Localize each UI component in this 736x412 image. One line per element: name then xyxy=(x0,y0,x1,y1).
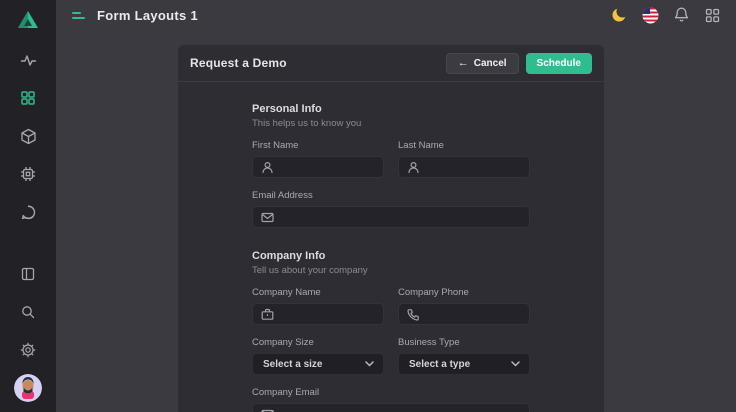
cancel-button[interactable]: ← Cancel xyxy=(446,53,519,74)
apps-grid-icon xyxy=(705,8,720,23)
hamburger-line xyxy=(72,17,85,19)
business-type-value: Select a type xyxy=(409,359,470,370)
company-phone-input[interactable] xyxy=(426,309,521,320)
brand-logo[interactable] xyxy=(16,8,40,32)
theme-toggle-button[interactable] xyxy=(609,5,629,25)
bell-icon xyxy=(674,7,689,23)
last-name-field[interactable] xyxy=(398,156,530,178)
company-email-field[interactable] xyxy=(252,403,530,412)
gear-icon xyxy=(20,342,36,358)
chevron-down-icon xyxy=(365,361,374,367)
company-email-group: Company Email xyxy=(252,387,530,412)
company-info-subheading: Tell us about your company xyxy=(252,265,530,276)
company-name-label: Company Name xyxy=(252,287,384,298)
apps-menu-button[interactable] xyxy=(702,5,722,25)
chevron-down-icon xyxy=(511,361,520,367)
sidebar-item-chat[interactable] xyxy=(12,196,44,228)
header-actions xyxy=(609,5,722,25)
card-header: Request a Demo ← Cancel Schedule xyxy=(178,45,604,82)
company-phone-group: Company Phone xyxy=(398,287,530,325)
notifications-button[interactable] xyxy=(671,5,691,25)
cube-icon xyxy=(20,128,37,145)
language-selector-button[interactable] xyxy=(640,5,660,25)
company-name-input[interactable] xyxy=(280,309,375,320)
company-size-group: Company Size Select a size xyxy=(252,337,384,375)
last-name-label: Last Name xyxy=(398,140,530,151)
user-avatar[interactable] xyxy=(14,374,42,402)
company-size-select[interactable]: Select a size xyxy=(252,353,384,375)
briefcase-icon xyxy=(261,308,274,321)
search-icon xyxy=(20,304,36,320)
request-demo-card: Request a Demo ← Cancel Schedule Persona… xyxy=(178,45,604,412)
company-email-label: Company Email xyxy=(252,387,530,398)
activity-icon xyxy=(20,52,37,69)
business-type-select[interactable]: Select a type xyxy=(398,353,530,375)
envelope-icon xyxy=(261,408,274,412)
hamburger-line xyxy=(72,12,81,14)
company-phone-label: Company Phone xyxy=(398,287,530,298)
chat-bubble-icon xyxy=(20,204,37,221)
first-name-label: First Name xyxy=(252,140,384,151)
sidebar xyxy=(0,0,56,412)
business-type-group: Business Type Select a type xyxy=(398,337,530,375)
page-title: Form Layouts 1 xyxy=(97,8,198,23)
email-input[interactable] xyxy=(280,212,521,223)
card-actions: ← Cancel Schedule xyxy=(446,53,592,74)
main-area: Form Layouts 1 xyxy=(56,0,736,412)
sidebar-item-components[interactable] xyxy=(12,120,44,152)
personal-info-heading: Personal Info xyxy=(252,103,530,115)
company-size-value: Select a size xyxy=(263,359,322,370)
content-area: Request a Demo ← Cancel Schedule Persona… xyxy=(56,30,736,412)
top-header: Form Layouts 1 xyxy=(56,0,736,30)
envelope-icon xyxy=(261,211,274,224)
schedule-button[interactable]: Schedule xyxy=(526,53,592,74)
company-size-label: Company Size xyxy=(252,337,384,348)
first-name-group: First Name xyxy=(252,140,384,178)
email-field[interactable] xyxy=(252,206,530,228)
last-name-input[interactable] xyxy=(426,162,521,173)
avatar-image xyxy=(14,374,42,402)
last-name-group: Last Name xyxy=(398,140,530,178)
sidebar-item-search[interactable] xyxy=(12,296,44,328)
company-name-field[interactable] xyxy=(252,303,384,325)
email-group: Email Address xyxy=(252,190,530,228)
schedule-button-label: Schedule xyxy=(537,58,581,69)
cpu-chip-icon xyxy=(20,166,36,182)
apps-grid-icon xyxy=(20,90,36,106)
brand-triangle-icon xyxy=(17,9,39,31)
sidebar-toggle-button[interactable] xyxy=(72,12,85,19)
left-arrow-icon: ← xyxy=(458,58,469,69)
panel-layout-icon xyxy=(20,266,36,282)
company-email-input[interactable] xyxy=(280,409,521,412)
demo-form: Personal Info This helps us to know you … xyxy=(252,82,530,412)
company-info-heading: Company Info xyxy=(252,250,530,262)
person-icon xyxy=(261,161,274,174)
cancel-button-label: Cancel xyxy=(474,58,507,69)
sidebar-item-activity[interactable] xyxy=(12,44,44,76)
business-type-label: Business Type xyxy=(398,337,530,348)
flag-us-icon xyxy=(642,7,659,24)
sidebar-item-docs[interactable] xyxy=(12,258,44,290)
company-name-group: Company Name xyxy=(252,287,384,325)
person-icon xyxy=(407,161,420,174)
sidebar-item-settings[interactable] xyxy=(12,334,44,366)
company-phone-field[interactable] xyxy=(398,303,530,325)
first-name-field[interactable] xyxy=(252,156,384,178)
sidebar-item-apps[interactable] xyxy=(12,82,44,114)
card-title: Request a Demo xyxy=(190,56,287,70)
first-name-input[interactable] xyxy=(280,162,375,173)
personal-info-subheading: This helps us to know you xyxy=(252,118,530,129)
email-label: Email Address xyxy=(252,190,530,201)
sidebar-item-elements[interactable] xyxy=(12,158,44,190)
phone-icon xyxy=(407,308,420,321)
moon-icon xyxy=(611,7,627,23)
